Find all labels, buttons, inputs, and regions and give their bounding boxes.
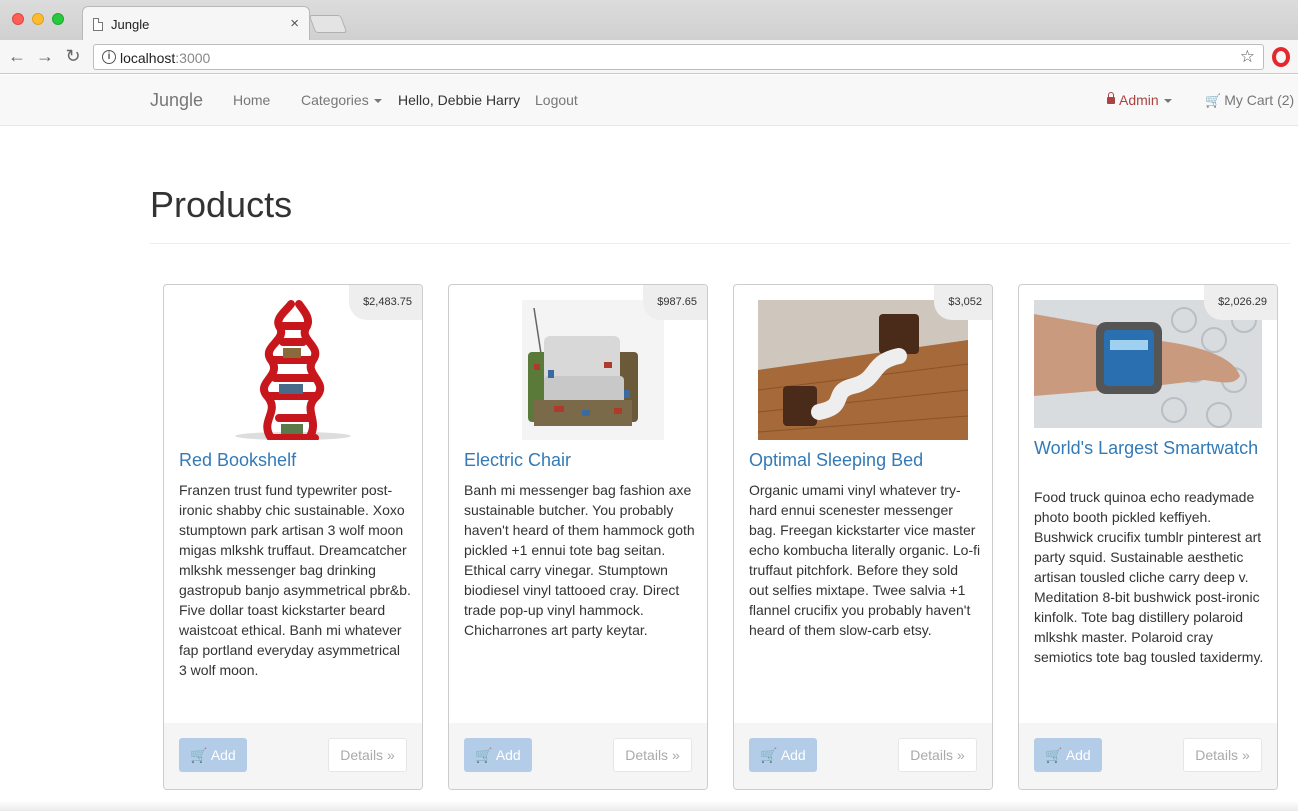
cart-icon: 🛒 — [760, 747, 778, 763]
product-name-link[interactable]: World's Largest Smartwatch — [1034, 439, 1264, 458]
bookmark-star-icon[interactable]: ☆ — [1240, 47, 1255, 67]
lock-icon — [1107, 92, 1115, 104]
nav-home-link[interactable]: Home — [233, 92, 270, 108]
card-footer: 🛒 Add Details » — [164, 723, 422, 789]
page-title: Products — [150, 184, 293, 225]
product-name-link[interactable]: Electric Chair — [464, 451, 694, 470]
minimize-window-icon[interactable] — [32, 13, 44, 25]
nav-admin-dropdown[interactable]: Admin — [1107, 92, 1172, 108]
product-card: $3,052 Optimal Sleeping Bed Organic umam… — [733, 284, 993, 790]
nav-cart-link[interactable]: 🛒 My Cart (2) — [1205, 92, 1294, 109]
card-footer: 🛒 Add Details » — [734, 723, 992, 789]
user-greeting: Hello, Debbie Harry — [398, 92, 521, 108]
price-badge: $3,052 — [934, 285, 992, 320]
product-description: Food truck quinoa echo readymade photo b… — [1034, 489, 1264, 665]
product-name-link[interactable]: Red Bookshelf — [179, 451, 409, 470]
opera-icon[interactable] — [1272, 47, 1290, 67]
back-arrow-icon[interactable]: ← — [6, 45, 28, 67]
add-to-cart-button[interactable]: 🛒 Add — [179, 738, 247, 772]
window-bottom-shadow — [0, 801, 1298, 811]
product-image-red-bookshelf[interactable] — [179, 300, 407, 440]
browser-tab[interactable]: Jungle × — [82, 6, 310, 40]
nav-categories-dropdown[interactable]: Categories — [301, 92, 382, 108]
chevron-down-icon — [1163, 99, 1172, 104]
url-text[interactable]: localhost:3000 — [120, 50, 210, 66]
cart-icon: 🛒 — [190, 747, 208, 763]
cart-icon: 🛒 — [1045, 747, 1063, 763]
browser-toolbar: ← → ↻ i localhost:3000 ☆ — [0, 40, 1298, 74]
close-window-icon[interactable] — [12, 13, 24, 25]
add-to-cart-button[interactable]: 🛒 Add — [749, 738, 817, 772]
product-description: Franzen trust fund typewriter post-ironi… — [179, 482, 411, 678]
product-name-link[interactable]: Optimal Sleeping Bed — [749, 451, 979, 470]
product-image-electric-chair[interactable] — [464, 300, 692, 440]
title-divider — [150, 243, 1290, 244]
browser-tab-strip: Jungle × — [0, 0, 1298, 40]
product-card: $2,026.29 World's Largest Smartwatch Foo… — [1018, 284, 1278, 790]
price-badge: $2,483.75 — [349, 285, 422, 320]
tab-title: Jungle — [111, 17, 150, 32]
cart-icon: 🛒 — [1205, 93, 1222, 108]
card-footer: 🛒 Add Details » — [1019, 723, 1277, 789]
product-image-optimal-sleeping-bed[interactable] — [749, 300, 977, 440]
details-button[interactable]: Details » — [328, 738, 407, 772]
chevron-down-icon — [373, 99, 382, 104]
brand-link[interactable]: Jungle — [150, 90, 203, 111]
page-icon — [93, 18, 103, 31]
price-badge: $2,026.29 — [1204, 285, 1277, 320]
info-icon[interactable]: i — [102, 50, 116, 64]
card-footer: 🛒 Add Details » — [449, 723, 707, 789]
product-description: Banh mi messenger bag fashion axe sustai… — [464, 482, 695, 638]
nav-logout-link[interactable]: Logout — [535, 92, 578, 108]
new-tab-button[interactable] — [308, 15, 348, 33]
address-bar[interactable]: i localhost:3000 ☆ — [93, 44, 1264, 70]
add-to-cart-button[interactable]: 🛒 Add — [1034, 738, 1102, 772]
product-description: Organic umami vinyl whatever try-hard en… — [749, 482, 981, 638]
app-navbar: Jungle Home Categories Hello, Debbie Har… — [0, 75, 1298, 126]
product-card: $987.65 Electric Chair Banh mi messenger… — [448, 284, 708, 790]
product-card: $2,483.75 Red Bookshelf Franzen trust fu… — [163, 284, 423, 790]
price-badge: $987.65 — [643, 285, 707, 320]
cart-icon: 🛒 — [475, 747, 493, 763]
details-button[interactable]: Details » — [613, 738, 692, 772]
tab-close-icon[interactable]: × — [290, 15, 299, 32]
maximize-window-icon[interactable] — [52, 13, 64, 25]
forward-arrow-icon[interactable]: → — [34, 45, 56, 67]
reload-icon[interactable]: ↻ — [62, 45, 84, 67]
details-button[interactable]: Details » — [1183, 738, 1262, 772]
details-button[interactable]: Details » — [898, 738, 977, 772]
add-to-cart-button[interactable]: 🛒 Add — [464, 738, 532, 772]
